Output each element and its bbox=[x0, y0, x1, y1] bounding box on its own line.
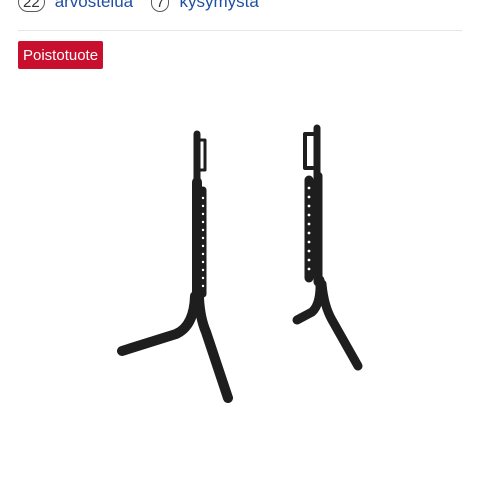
discontinued-badge: Poistotuote bbox=[18, 41, 104, 69]
product-page: 22 arvostelua 7 kysymystä Poistotuote bbox=[0, 0, 480, 480]
reviews-label[interactable]: arvostelua bbox=[55, 0, 133, 12]
questions-label[interactable]: kysymystä bbox=[179, 0, 258, 12]
reviews-count: 22 bbox=[18, 0, 45, 12]
product-meta-row: 22 arvostelua 7 kysymystä bbox=[18, 0, 277, 14]
tv-stand-legs-illustration bbox=[117, 124, 363, 403]
right-leg bbox=[292, 124, 363, 371]
left-leg bbox=[117, 130, 233, 403]
questions-count: 7 bbox=[151, 0, 170, 12]
reviews-link[interactable]: 22 arvostelua bbox=[18, 0, 133, 12]
divider bbox=[18, 30, 462, 31]
questions-link[interactable]: 7 kysymystä bbox=[151, 0, 259, 12]
product-image[interactable] bbox=[0, 100, 480, 420]
